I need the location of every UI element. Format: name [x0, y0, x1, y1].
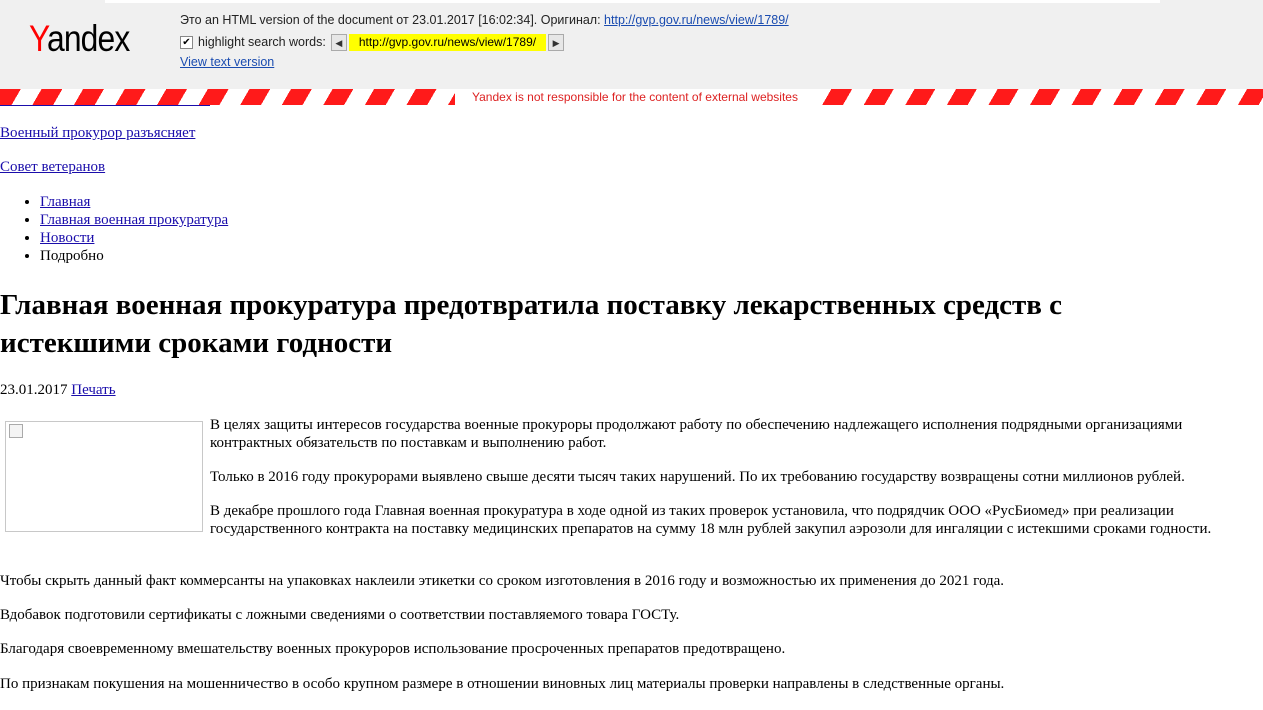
breadcrumb-current: Подробно [40, 248, 104, 264]
breadcrumb-item: Подробно [40, 247, 228, 265]
highlight-label: highlight search words: [198, 35, 326, 49]
disclaimer-text: Yandex is not responsible for the conten… [455, 89, 815, 105]
cache-notice-text: Это an HTML version of the document от 2… [180, 13, 605, 27]
highlight-checkbox[interactable]: ✔ [180, 35, 193, 49]
highlight-row: ✔ highlight search words: ◀ http://gvp.g… [180, 33, 565, 51]
article-paragraph: Только в 2016 году прокурорами выявлено … [210, 469, 1185, 485]
next-word-button[interactable]: ▶ [548, 33, 565, 51]
article-image-placeholder [5, 421, 203, 532]
veterans-council-link[interactable]: Совет ветеранов [0, 159, 105, 176]
article-paragraph: В целях защиты интересов государства вое… [210, 417, 1183, 451]
yandex-logo[interactable]: Yandex [29, 18, 130, 60]
military-prosecutor-link[interactable]: Военный прокурор разъясняет [0, 125, 195, 142]
prev-word-button[interactable]: ◀ [330, 33, 347, 51]
article-title: Главная военная прокуратура предотвратил… [0, 289, 1063, 359]
view-text-version-link[interactable]: View text version [180, 55, 274, 69]
original-url-link[interactable]: http://gvp.gov.ru/news/view/1789/ [604, 13, 789, 27]
breadcrumb-item: Главная военная прокуратура [40, 211, 228, 229]
breadcrumb-item: Главная [40, 193, 228, 211]
breadcrumb-gvp-link[interactable]: Главная военная прокуратура [40, 212, 228, 228]
broken-image-icon [9, 424, 23, 438]
article-date: 23.01.2017 [0, 382, 68, 398]
top-input-strip [105, 0, 1160, 3]
article-paragraph: По признакам покушения на мошенничество … [0, 676, 1005, 692]
breadcrumb-home-link[interactable]: Главная [40, 194, 90, 210]
breadcrumb-news-link[interactable]: Новости [40, 230, 94, 246]
article-paragraph: Вдобавок подготовили сертификаты с ложны… [0, 607, 680, 623]
article-paragraph: Чтобы скрыть данный факт коммерсанты на … [0, 573, 1005, 589]
breadcrumb-item: Новости [40, 229, 228, 247]
article-dateline: 23.01.2017 Печать [0, 382, 116, 399]
logo-first-letter: Y [29, 18, 48, 59]
breadcrumb: Главная Главная военная прокуратура Ново… [0, 193, 228, 265]
logo-rest: andex [47, 18, 130, 59]
cache-notice: Это an HTML version of the document от 2… [180, 13, 789, 27]
highlight-word[interactable]: http://gvp.gov.ru/news/view/1789/ [348, 33, 547, 51]
article-paragraph: Благодаря своевременному вмешательству в… [0, 641, 786, 657]
disclaimer-stripe: Yandex is not responsible for the conten… [0, 89, 1263, 105]
article-paragraph: В декабре прошлого года Главная военная … [210, 503, 1212, 537]
yandex-cache-header: Yandex Это an HTML version of the docume… [0, 0, 1263, 89]
print-link[interactable]: Печать [71, 382, 115, 398]
